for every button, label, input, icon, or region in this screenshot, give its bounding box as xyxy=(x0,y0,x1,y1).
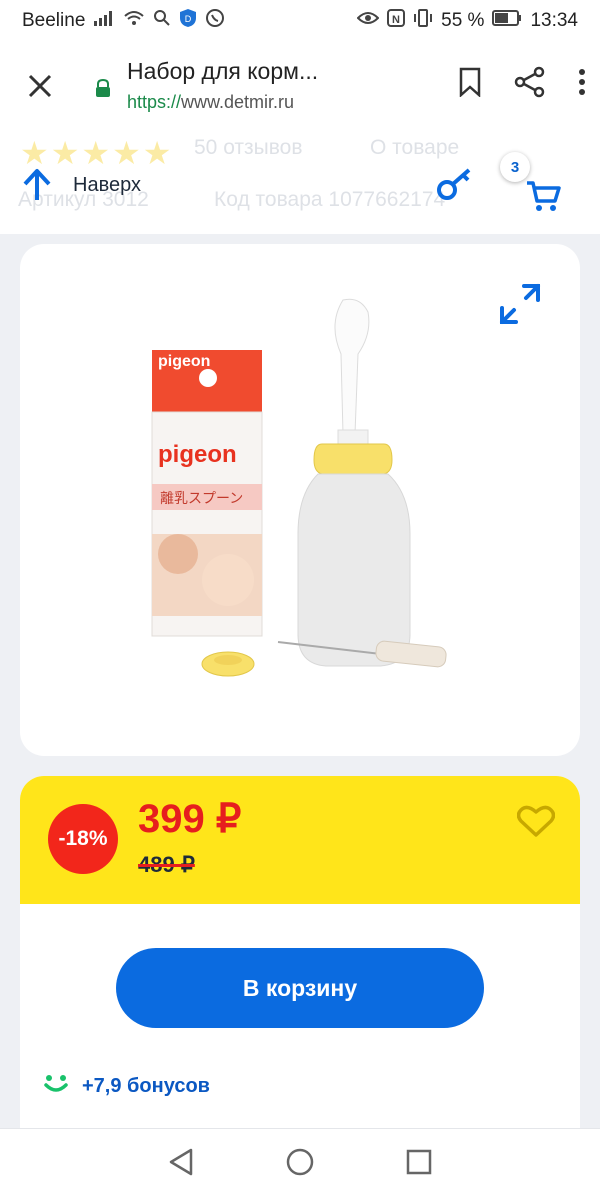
signal-icon xyxy=(93,10,115,32)
package-brand-top: pigeon xyxy=(158,353,210,370)
svg-text:N: N xyxy=(392,14,400,26)
product-code: Код товара 1077662174 xyxy=(214,188,446,211)
url-host: www.detmir.ru xyxy=(181,92,295,112)
up-arrow-icon[interactable] xyxy=(22,168,52,207)
bonus-row: +7,9 бонусов xyxy=(44,1074,210,1099)
clock: 13:34 xyxy=(530,10,578,31)
key-icon[interactable] xyxy=(436,166,476,207)
shield-notification-icon: D xyxy=(179,8,197,34)
home-icon[interactable] xyxy=(285,1147,315,1182)
vibrate-icon xyxy=(413,9,433,33)
close-icon[interactable] xyxy=(22,68,58,104)
carrier-label: Beeline xyxy=(22,10,86,31)
recents-icon[interactable] xyxy=(405,1148,433,1181)
heart-icon[interactable] xyxy=(516,804,556,843)
price-header: -18% 399 ₽ 489 ₽ xyxy=(20,776,580,904)
expand-icon[interactable] xyxy=(498,282,542,331)
viber-icon xyxy=(205,8,225,34)
price-card: -18% 399 ₽ 489 ₽ В корзину +7,9 бонусов xyxy=(20,776,580,1176)
reviews-link: 50 отзывов xyxy=(194,136,303,159)
bookmark-icon[interactable] xyxy=(458,67,482,102)
bonus-label: +7,9 бонусов xyxy=(82,1075,210,1097)
package-brand: pigeon xyxy=(158,441,237,468)
cart-icon xyxy=(526,180,562,217)
current-price: 399 ₽ xyxy=(138,797,242,841)
nfc-icon: N xyxy=(387,9,406,33)
wifi-icon xyxy=(123,9,145,33)
add-to-cart-button[interactable]: В корзину xyxy=(116,948,484,1028)
status-bar: Beeline D N 55 % 13:34 xyxy=(0,0,600,42)
system-nav-bar xyxy=(0,1128,600,1200)
url-text[interactable]: https://www.detmir.ru xyxy=(127,92,294,113)
lock-icon xyxy=(94,78,112,103)
battery-percent: 55 % xyxy=(441,10,485,31)
old-price: 489 ₽ xyxy=(138,852,195,877)
share-icon[interactable] xyxy=(514,66,546,103)
url-scheme: https:// xyxy=(127,92,182,112)
rating-stars: ★★★★★ xyxy=(20,135,174,171)
more-icon[interactable] xyxy=(578,68,586,101)
cart-count-badge: 3 xyxy=(500,152,530,182)
package-title: 離乳スプーン xyxy=(160,490,243,507)
discount-badge: -18% xyxy=(48,804,118,874)
product-gallery[interactable]: pigeon pigeon 離乳スプーン xyxy=(20,244,580,756)
cart-button[interactable]: 3 xyxy=(500,152,570,222)
product-image: pigeon pigeon 離乳スプーン xyxy=(151,298,447,677)
browser-actions xyxy=(458,66,586,103)
battery-icon xyxy=(492,10,522,32)
scroll-to-top-label[interactable]: Наверх xyxy=(73,174,141,197)
search-notification-icon xyxy=(153,9,171,33)
about-link: О товаре xyxy=(370,136,460,159)
svg-text:D: D xyxy=(185,14,192,24)
back-icon[interactable] xyxy=(167,1147,195,1182)
eye-icon xyxy=(356,10,380,32)
page-title[interactable]: Набор для корм... xyxy=(127,58,318,85)
sticky-nav-bar: ★★★★★ 50 отзывов О товаре Артикул 3012 К… xyxy=(0,134,600,234)
smile-icon xyxy=(44,1074,68,1099)
